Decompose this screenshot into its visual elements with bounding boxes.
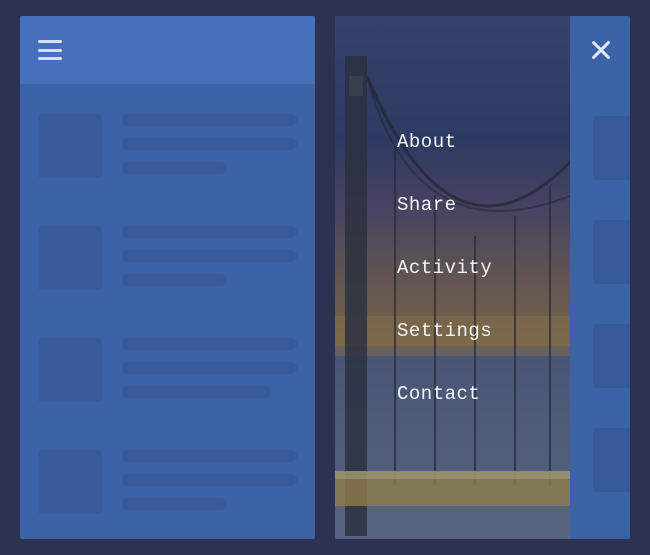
hamburger-icon[interactable] bbox=[38, 40, 62, 60]
thumbnail bbox=[38, 226, 102, 290]
text-line bbox=[122, 114, 297, 126]
text-line bbox=[122, 162, 227, 174]
list-item bbox=[38, 226, 297, 298]
thumbnail bbox=[593, 428, 630, 492]
text-line bbox=[122, 362, 297, 374]
topbar bbox=[335, 16, 630, 84]
feed-list-shifted bbox=[593, 98, 630, 539]
menu-item-settings[interactable]: Settings bbox=[397, 320, 570, 342]
thumbnail bbox=[593, 220, 630, 284]
text-line bbox=[122, 386, 271, 398]
text-line bbox=[122, 226, 297, 238]
list-item bbox=[38, 114, 297, 186]
topbar bbox=[20, 16, 315, 84]
device-open: About Share Activity Settings Contact bbox=[335, 16, 630, 539]
text-line bbox=[122, 450, 297, 462]
side-drawer: About Share Activity Settings Contact bbox=[335, 16, 570, 539]
thumbnail bbox=[593, 324, 630, 388]
feed-list bbox=[20, 84, 315, 522]
list-item bbox=[38, 450, 297, 522]
device-closed bbox=[20, 16, 315, 539]
text-line bbox=[122, 338, 297, 350]
text-line bbox=[122, 474, 297, 486]
menu-item-contact[interactable]: Contact bbox=[397, 383, 570, 405]
list-item bbox=[593, 428, 630, 492]
menu-item-about[interactable]: About bbox=[397, 131, 570, 153]
text-line bbox=[122, 250, 297, 262]
list-item bbox=[593, 220, 630, 284]
text-line bbox=[122, 274, 227, 286]
menu-item-activity[interactable]: Activity bbox=[397, 257, 570, 279]
thumbnail bbox=[593, 116, 630, 180]
list-item bbox=[38, 338, 297, 410]
menu-item-share[interactable]: Share bbox=[397, 194, 570, 216]
thumbnail bbox=[38, 450, 102, 514]
text-line bbox=[122, 138, 297, 150]
close-icon[interactable] bbox=[590, 39, 612, 61]
list-item bbox=[593, 324, 630, 388]
thumbnail bbox=[38, 338, 102, 402]
list-item bbox=[593, 116, 630, 180]
thumbnail bbox=[38, 114, 102, 178]
text-line bbox=[122, 498, 227, 510]
